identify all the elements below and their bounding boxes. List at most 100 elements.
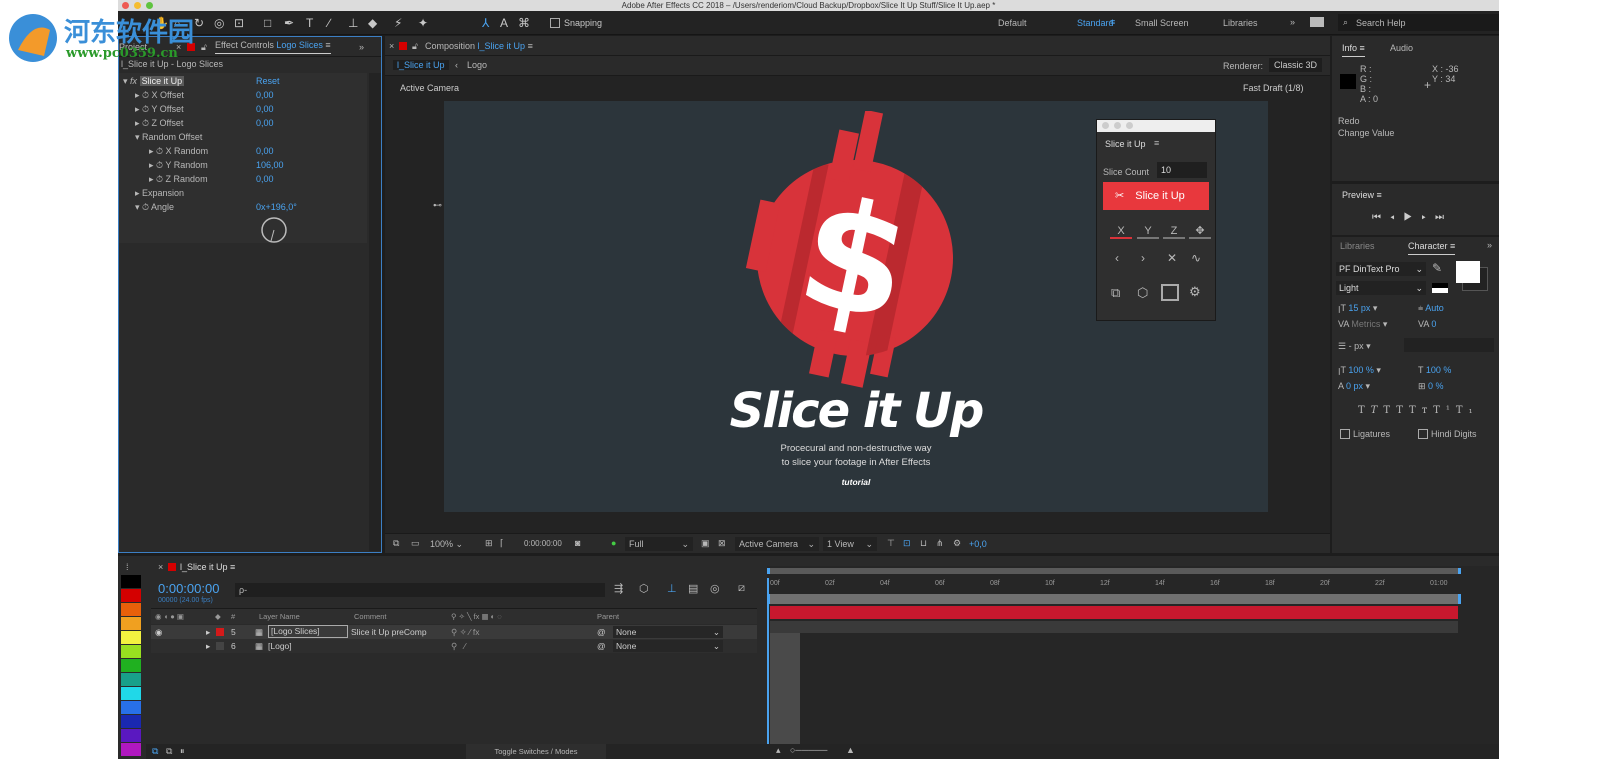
orbit-tool-icon[interactable]: ◎: [214, 16, 224, 30]
workspace-menu-icon[interactable]: ≡: [1110, 17, 1115, 27]
roto-brush-tool-icon[interactable]: ⚡︎: [394, 16, 402, 30]
prop-y-random[interactable]: ▸ ⏱ Y Random 106,00: [119, 158, 367, 172]
resolution-select[interactable]: Full ⌄: [625, 537, 693, 551]
label-color-6[interactable]: [121, 659, 141, 672]
expand-arrow[interactable]: ▸: [206, 625, 210, 639]
zoom-out-icon[interactable]: ▴: [776, 745, 781, 756]
layer-duration-bar-logo-slices[interactable]: [770, 606, 1458, 619]
prop-y-offset[interactable]: ▸ ⏱ Y Offset 0,00: [119, 102, 367, 116]
label-menu-icon[interactable]: ⁞: [126, 562, 129, 572]
x-random-value[interactable]: 0,00: [256, 144, 274, 158]
col-layer-name[interactable]: Layer Name: [259, 609, 300, 625]
vertical-scale-field[interactable]: ꞁT 100 % ▾: [1338, 365, 1381, 376]
hindi-digits-checkbox[interactable]: [1418, 429, 1428, 439]
view-axis-icon[interactable]: ⌘: [518, 16, 530, 30]
parent-select[interactable]: None ⌄: [613, 626, 723, 638]
plugin-menu-icon[interactable]: ≡: [1154, 138, 1159, 148]
label-color-9[interactable]: [121, 701, 141, 714]
eyedropper-icon[interactable]: ✎: [1432, 261, 1442, 275]
panel-overflow-icon[interactable]: »: [1487, 240, 1492, 250]
kerning-field[interactable]: VA Metrics ▾: [1338, 319, 1387, 330]
render-time-icon[interactable]: ⏸: [180, 746, 185, 757]
prop-angle[interactable]: ▾ ⏱ Angle 0x+196,0°: [119, 200, 367, 214]
prop-z-random[interactable]: ▸ ⏱ Z Random 0,00: [119, 172, 367, 186]
timeline-search-input[interactable]: ρ-: [235, 583, 605, 597]
close-window-button[interactable]: [122, 2, 129, 9]
tab-effect-controls[interactable]: Effect Controls Logo Slices ≡: [215, 37, 331, 54]
crumb-slice-it-up[interactable]: l_Slice it Up: [393, 60, 449, 70]
workspace-libraries[interactable]: Libraries: [1223, 18, 1258, 28]
clone-stamp-tool-icon[interactable]: ⊥: [348, 16, 358, 30]
tab-composition[interactable]: Composition l_Slice it Up ≡: [425, 36, 533, 56]
lock-icon[interactable]: 🔓︎: [412, 36, 418, 56]
label-color-4[interactable]: [121, 631, 141, 644]
y-offset-value[interactable]: 0,00: [256, 102, 274, 116]
layer-switches[interactable]: ⚲ ∕: [451, 639, 466, 653]
time-ruler[interactable]: 00f 02f 04f 06f 08f 10f 12f 14f 16f 18f 20f 22f 01:0…: [767, 576, 1461, 594]
local-axis-icon[interactable]: ⅄: [482, 16, 489, 30]
frame-blending-icon[interactable]: ▤: [688, 582, 698, 595]
pickwhip-icon[interactable]: @: [597, 639, 606, 653]
group-expansion[interactable]: ▸ Expansion: [119, 186, 367, 200]
graph-editor-icon[interactable]: ⧄: [738, 582, 745, 595]
axis-z-button[interactable]: Z: [1163, 225, 1185, 239]
work-area-navigator[interactable]: [767, 568, 1461, 574]
z-random-value[interactable]: 0,00: [256, 172, 274, 186]
always-preview-icon[interactable]: ⧉: [393, 538, 399, 549]
layer-name[interactable]: [Logo]: [268, 639, 292, 653]
transfer-controls-icon[interactable]: ⧉: [166, 746, 172, 757]
expand-arrow[interactable]: ▸: [206, 639, 210, 653]
axis-x-button[interactable]: X: [1110, 225, 1132, 239]
slice-it-up-button[interactable]: ✂ Slice it Up: [1103, 182, 1209, 210]
layer-switches[interactable]: ⚲ ✧ ∕ fx: [451, 625, 479, 639]
work-area-bar[interactable]: [767, 594, 1461, 604]
leading-field[interactable]: ⩧ Auto: [1418, 303, 1444, 314]
next-frame-icon[interactable]: ▸: [1421, 212, 1435, 223]
black-white-swatch[interactable]: [1432, 283, 1448, 293]
puppet-pin-tool-icon[interactable]: ✦: [418, 16, 428, 30]
horizontal-scale-field[interactable]: T 100 %: [1418, 365, 1451, 375]
camera-view-select[interactable]: Active Camera ⌄: [735, 537, 819, 551]
label-color-8[interactable]: [121, 687, 141, 700]
channel-icon[interactable]: ●: [611, 538, 616, 548]
eraser-tool-icon[interactable]: ◆: [368, 16, 377, 30]
workspace-standard[interactable]: Standard: [1077, 18, 1114, 28]
reset-button[interactable]: Reset: [256, 74, 280, 88]
layer-switches-icon[interactable]: ⧉: [152, 746, 158, 757]
zoom-window-button[interactable]: [146, 2, 153, 9]
world-axis-icon[interactable]: A: [500, 16, 508, 30]
prev-frame-icon[interactable]: ◂: [1390, 212, 1404, 223]
font-size-field[interactable]: ꞁT 15 px ▾: [1338, 303, 1377, 314]
zoom-slider[interactable]: ○─────: [790, 745, 827, 755]
move-icon[interactable]: ✥: [1189, 224, 1211, 239]
layer-name[interactable]: [Logo Slices]: [268, 625, 348, 638]
stroke-type-select[interactable]: [1404, 338, 1494, 352]
x-offset-value[interactable]: 0,00: [256, 88, 274, 102]
settings-icon[interactable]: ⚙: [1189, 284, 1201, 300]
matte-icon[interactable]: [1161, 284, 1179, 301]
close-tab-icon[interactable]: ×: [158, 562, 163, 572]
label-color-2[interactable]: [121, 603, 141, 616]
layer-duration-bar-logo[interactable]: [770, 621, 1458, 633]
angle-dial[interactable]: [259, 215, 289, 245]
angle-value[interactable]: 0x+196,0°: [256, 200, 297, 214]
previous-icon[interactable]: ‹: [1115, 251, 1119, 265]
baseline-shift-field[interactable]: A 0 px ▾: [1338, 381, 1370, 392]
motion-blur-icon[interactable]: ◎: [710, 582, 720, 595]
tracking-field[interactable]: VA 0: [1418, 319, 1436, 329]
fill-color-swatch[interactable]: [1456, 261, 1480, 283]
transparency-grid-icon[interactable]: ⊠: [718, 538, 726, 549]
exposure-reset-icon[interactable]: ⚙: [953, 538, 961, 549]
panel-overflow-icon[interactable]: »: [359, 37, 364, 57]
pen-tool-icon[interactable]: ✒: [284, 16, 294, 30]
current-time[interactable]: 0:00:00:00: [524, 539, 562, 548]
grid-icon[interactable]: ⊞: [485, 538, 493, 549]
flowchart-icon[interactable]: ⋔: [936, 538, 944, 549]
next-icon[interactable]: ›: [1141, 251, 1145, 265]
toggle-switches-modes-button[interactable]: Toggle Switches / Modes: [466, 744, 606, 759]
ligatures-checkbox[interactable]: [1340, 429, 1350, 439]
draft-3d-icon[interactable]: ⬡: [639, 582, 649, 595]
lock-icon[interactable]: 🔓︎: [201, 37, 207, 57]
first-frame-icon[interactable]: ⏮: [1372, 212, 1390, 223]
group-random-offset[interactable]: ▾ Random Offset: [119, 130, 367, 144]
